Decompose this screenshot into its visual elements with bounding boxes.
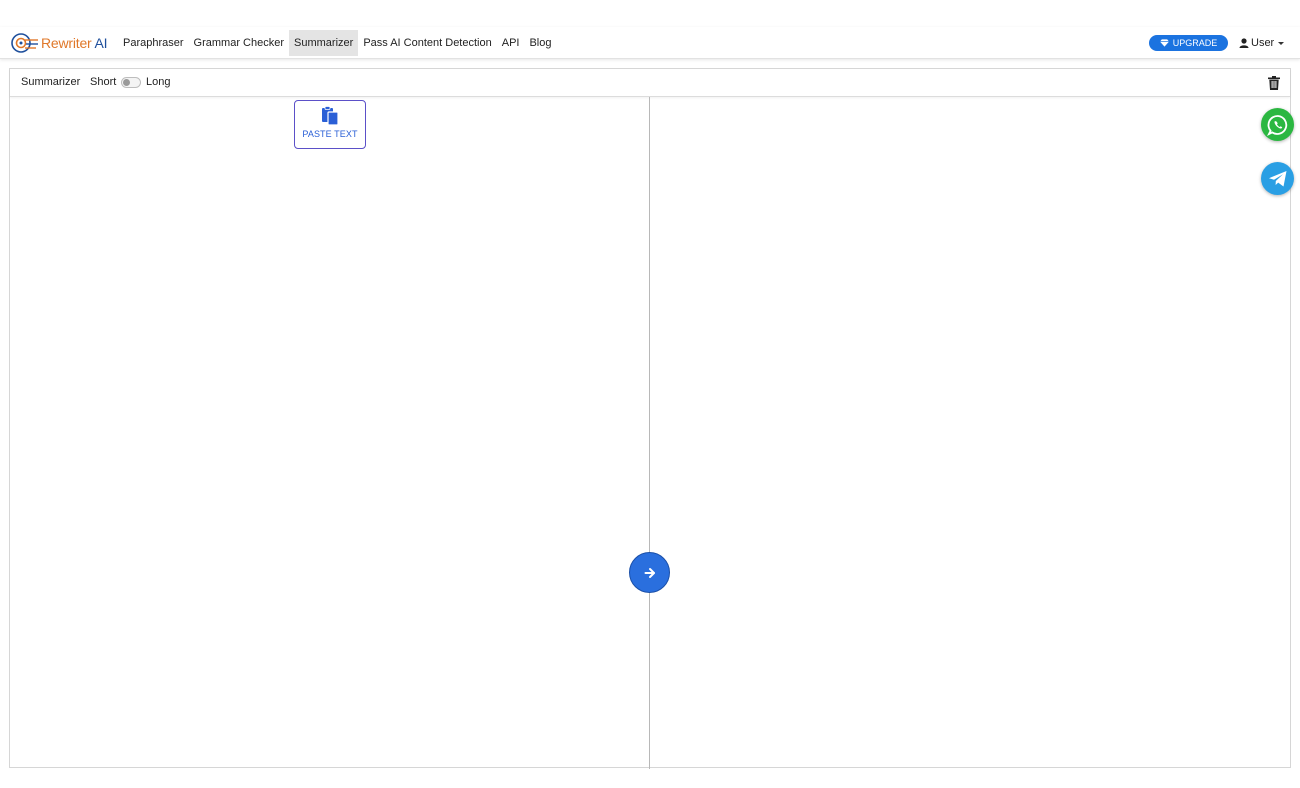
clipboard-icon xyxy=(322,106,339,126)
length-mode-toggle[interactable] xyxy=(121,77,141,88)
telegram-icon xyxy=(1268,170,1286,186)
arrow-right-icon xyxy=(644,567,655,578)
telegram-button[interactable] xyxy=(1261,162,1294,195)
nav-link-paraphraser[interactable]: Paraphraser xyxy=(118,30,189,56)
summarize-button[interactable] xyxy=(629,552,670,593)
summarizer-panel: Summarizer Short Long PASTE TEXT xyxy=(9,68,1291,769)
summarizer-toolbar: Summarizer Short Long xyxy=(10,69,1290,97)
nav-link-pass-ai-content-detection[interactable]: Pass AI Content Detection xyxy=(358,30,496,56)
nav-link-grammar-checker[interactable]: Grammar Checker xyxy=(189,30,289,56)
user-icon xyxy=(1239,38,1249,48)
brand-logo-link[interactable]: Rewriter AI xyxy=(10,31,107,55)
upgrade-button[interactable]: UPGRADE xyxy=(1149,35,1228,51)
toggle-knob xyxy=(123,79,130,86)
upgrade-label: UPGRADE xyxy=(1172,38,1218,48)
whatsapp-icon xyxy=(1266,114,1287,136)
user-menu-dropdown[interactable]: User xyxy=(1239,35,1285,51)
trash-icon[interactable] xyxy=(1268,76,1280,90)
chevron-down-icon xyxy=(1278,42,1285,45)
top-navbar: Rewriter AI Paraphraser Grammar Checker … xyxy=(0,27,1300,59)
rewriter-ai-logo-icon xyxy=(11,33,38,53)
main-nav: Paraphraser Grammar Checker Summarizer P… xyxy=(118,30,557,56)
output-text-area xyxy=(650,97,1290,769)
input-text-area[interactable] xyxy=(10,97,649,769)
nav-link-api[interactable]: API xyxy=(497,30,525,56)
user-label: User xyxy=(1251,37,1275,49)
nav-link-blog[interactable]: Blog xyxy=(524,30,556,56)
brand-name: Rewriter AI xyxy=(41,35,108,51)
panel-divider xyxy=(649,97,650,769)
gem-icon xyxy=(1159,39,1169,47)
tool-title: Summarizer xyxy=(21,76,81,88)
mode-short-label: Short xyxy=(90,76,117,88)
paste-text-button[interactable]: PASTE TEXT xyxy=(294,100,366,149)
nav-link-summarizer[interactable]: Summarizer xyxy=(289,30,359,56)
mode-long-label: Long xyxy=(146,76,171,88)
paste-text-label: PASTE TEXT xyxy=(302,129,358,139)
whatsapp-button[interactable] xyxy=(1261,108,1294,141)
